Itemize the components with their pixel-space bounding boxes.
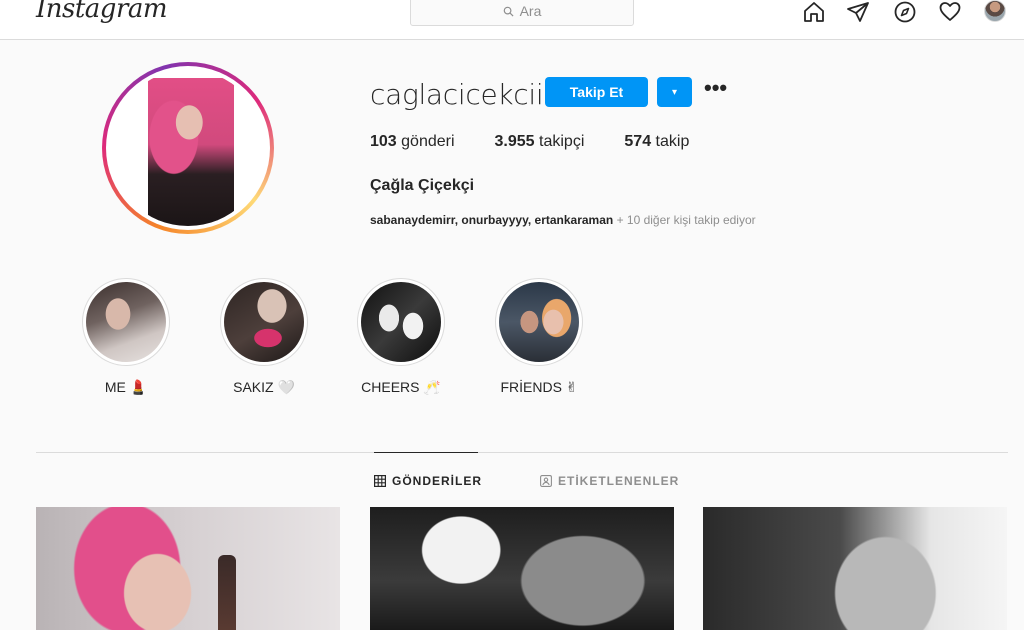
followers-stat[interactable]: 3.955 takipçi: [495, 133, 585, 151]
post-thumbnail[interactable]: [703, 507, 1007, 630]
profile-full-name: Çağla Çiçekçi: [370, 177, 475, 194]
profile-avatar-mini[interactable]: [984, 0, 1006, 22]
more-options-icon[interactable]: •••: [704, 77, 732, 104]
posts-label: gönderi: [401, 133, 455, 150]
profile-picture: [110, 70, 266, 226]
active-tab-indicator: [374, 452, 478, 453]
profile-username: caglacicekciii: [370, 78, 551, 111]
top-navigation-bar: Instagram Ara: [0, 0, 1024, 40]
follow-button[interactable]: Takip Et: [545, 77, 648, 107]
highlight-cheers[interactable]: CHEERS 🥂: [357, 278, 445, 395]
posts-count: 103: [370, 133, 397, 150]
followers-count: 3.955: [494, 133, 535, 150]
highlight-label: CHEERS 🥂: [361, 379, 441, 395]
post-thumbnail[interactable]: [36, 507, 340, 630]
home-icon[interactable]: [802, 0, 826, 24]
explore-icon[interactable]: [893, 0, 917, 24]
search-icon: [503, 6, 514, 17]
post-image-detail: [218, 555, 236, 630]
highlight-cover: [224, 282, 304, 362]
direct-icon[interactable]: [846, 0, 870, 24]
profile-photo: [148, 78, 234, 226]
instagram-logo[interactable]: Instagram: [36, 0, 168, 24]
post-thumbnail[interactable]: [370, 507, 674, 630]
highlight-me[interactable]: ME 💄: [82, 278, 170, 395]
highlight-label: FRİENDS ✌: [500, 379, 578, 395]
highlight-label: ME 💄: [104, 379, 148, 395]
tab-tagged-label: ETİKETLENENLER: [558, 474, 680, 488]
followers-label: takipçi: [539, 133, 585, 150]
followed-by-names: sabanaydemirr, onurbayyyy, ertankaraman: [370, 213, 614, 227]
highlight-sakiz[interactable]: SAKIZ 🤍: [220, 278, 308, 395]
profile-picture-story-ring[interactable]: [102, 62, 274, 234]
tabs-divider: [36, 452, 1008, 453]
following-label: takip: [655, 133, 690, 150]
chevron-down-icon: ▾: [671, 86, 678, 98]
followed-by-more: + 10 diğer kişi takip ediyor: [613, 213, 756, 227]
followed-by-line[interactable]: sabanaydemirr, onurbayyyy, ertankaraman …: [370, 213, 756, 227]
profile-stats: 103 gönderi 3.955 takipçi 574 takip: [370, 133, 729, 151]
grid-icon: [374, 475, 386, 487]
tag-icon: [540, 475, 552, 487]
highlight-friends[interactable]: FRİENDS ✌: [495, 278, 583, 395]
suggestions-dropdown-button[interactable]: ▾: [657, 77, 692, 107]
search-placeholder: Ara: [519, 3, 542, 19]
highlight-cover: [361, 282, 441, 362]
posts-stat: 103 gönderi: [370, 133, 455, 151]
tab-posts-label: GÖNDERİLER: [392, 474, 483, 488]
heart-icon[interactable]: [938, 0, 962, 24]
highlight-label: SAKIZ 🤍: [233, 379, 295, 395]
tab-posts[interactable]: GÖNDERİLER: [374, 474, 482, 488]
highlight-cover: [499, 282, 579, 362]
following-stat[interactable]: 574 takip: [624, 133, 689, 151]
tab-tagged[interactable]: ETİKETLENENLER: [540, 474, 679, 488]
search-input[interactable]: Ara: [410, 0, 634, 26]
following-count: 574: [624, 133, 652, 150]
highlight-cover: [86, 282, 166, 362]
